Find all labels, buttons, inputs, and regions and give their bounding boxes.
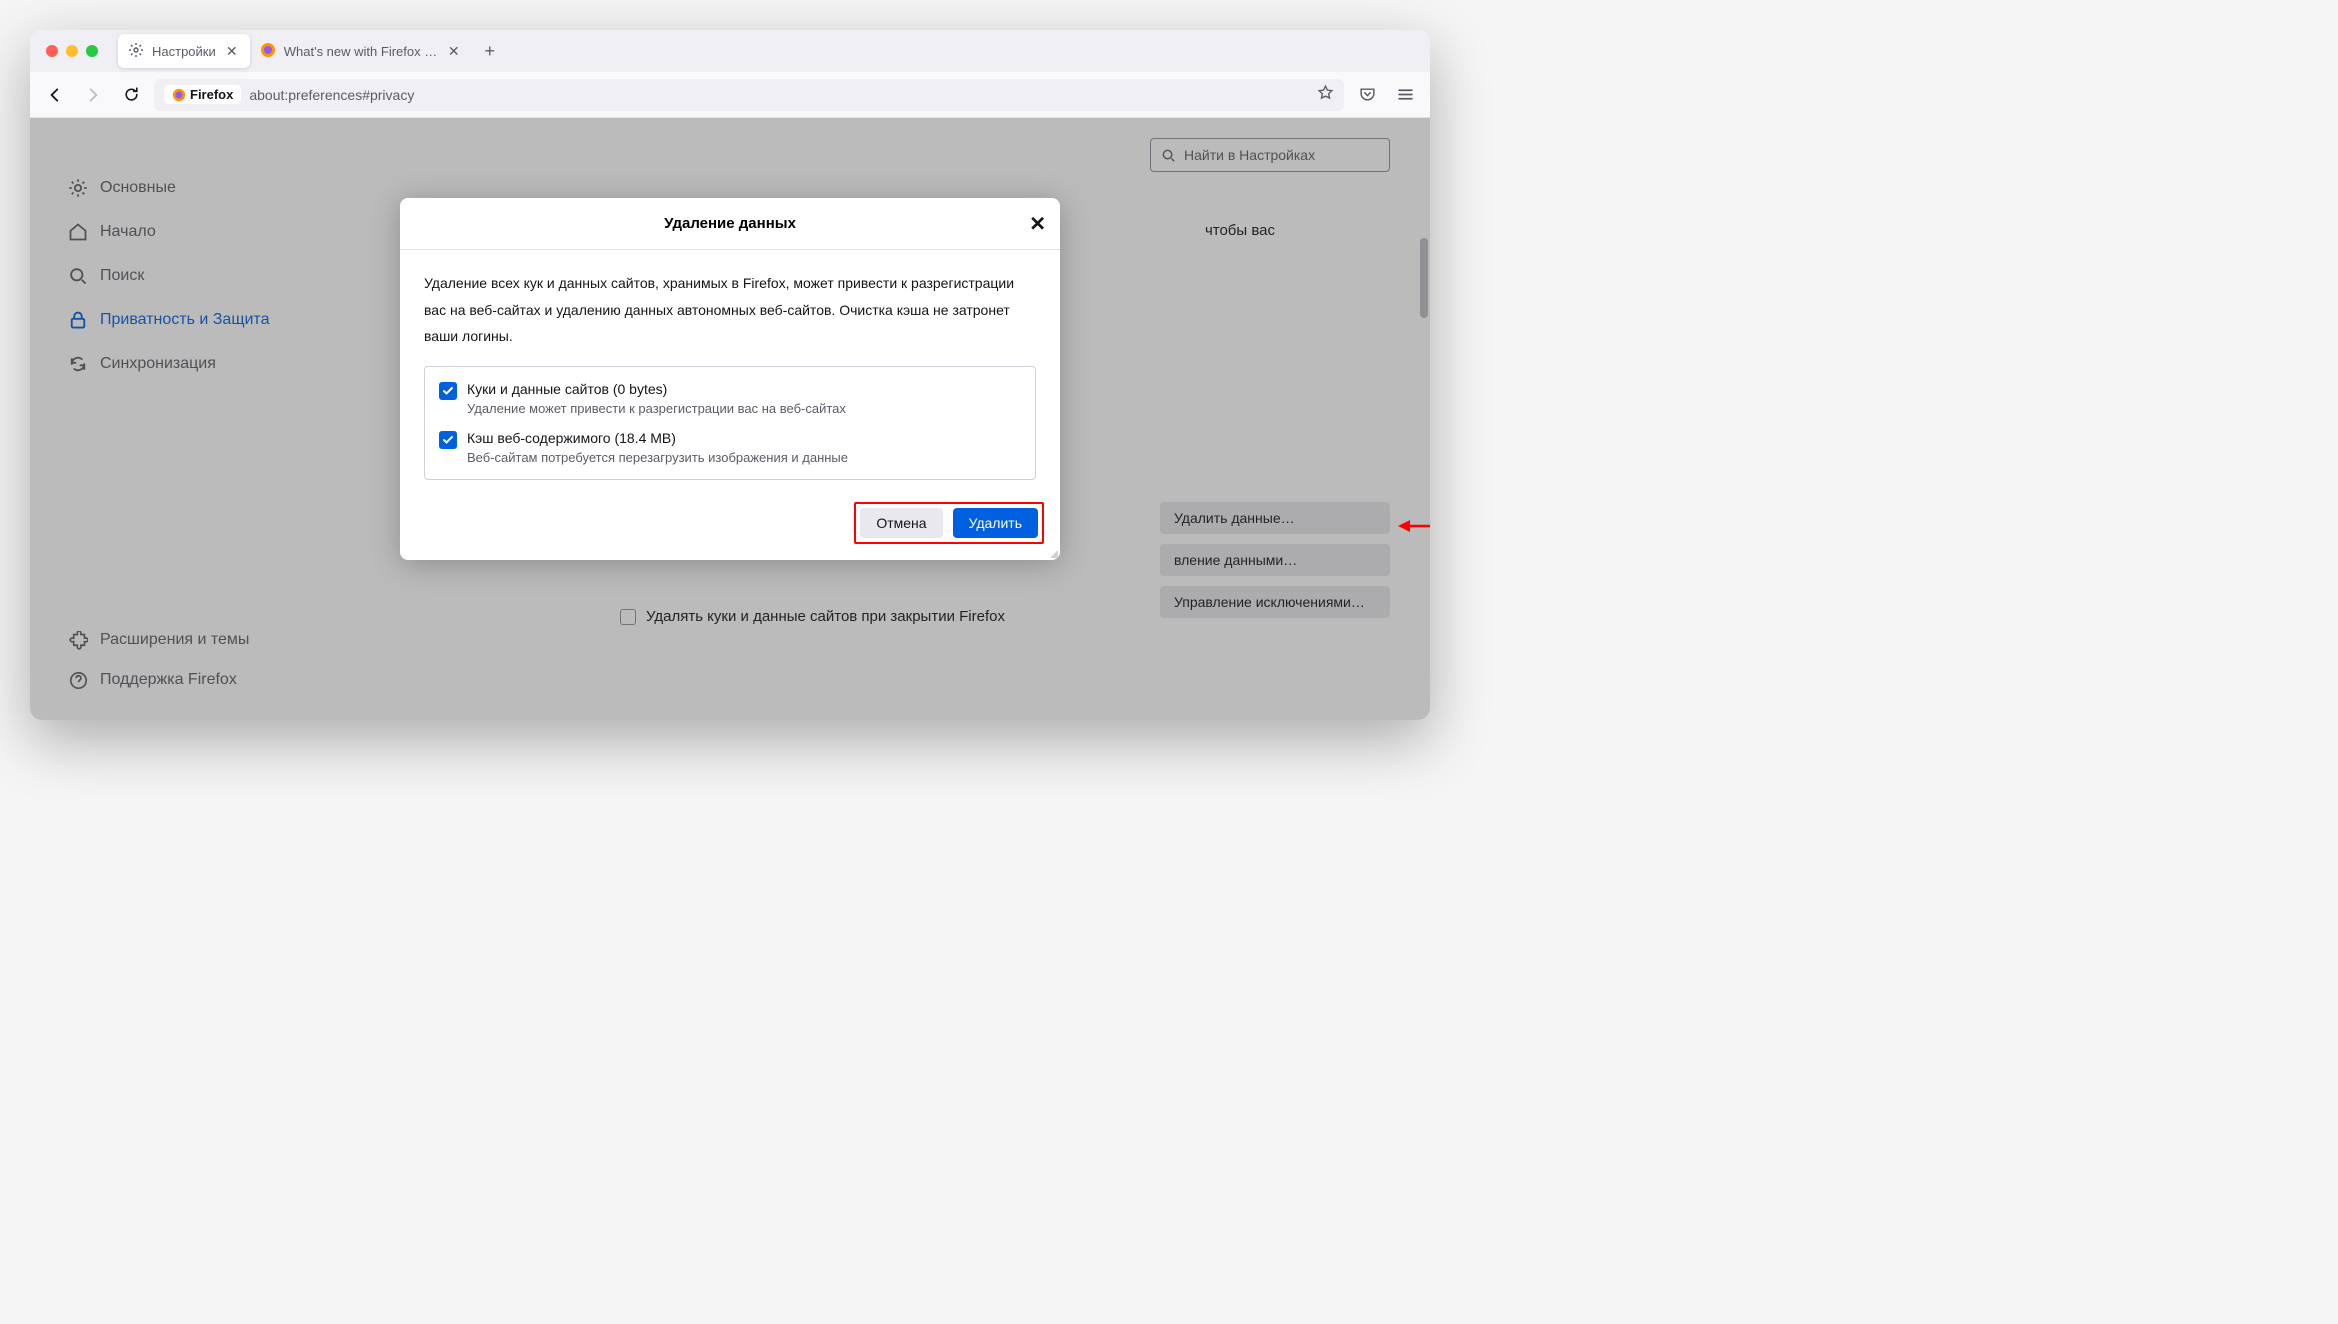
- app-menu-button[interactable]: [1390, 80, 1420, 110]
- annotation-arrow-icon: [1398, 516, 1430, 536]
- back-button[interactable]: [40, 80, 70, 110]
- tab-close-icon[interactable]: ✕: [448, 43, 460, 59]
- titlebar: Настройки ✕ What's new with Firefox - Mo…: [30, 30, 1430, 72]
- reload-button[interactable]: [116, 80, 146, 110]
- new-tab-button[interactable]: +: [476, 37, 504, 65]
- option-title: Кэш веб-содержимого (18.4 MB): [467, 430, 848, 446]
- gear-icon: [128, 42, 144, 61]
- url-bar[interactable]: Firefox about:preferences#privacy: [154, 79, 1344, 111]
- annotation-highlight: Отмена Удалить: [854, 502, 1044, 544]
- window-controls: [46, 45, 98, 57]
- dialog-header: Удаление данных ✕: [400, 198, 1060, 250]
- option-cookies[interactable]: Куки и данные сайтов (0 bytes) Удаление …: [439, 381, 1021, 416]
- dialog-body: Удаление всех кук и данных сайтов, храни…: [400, 250, 1060, 490]
- resize-grip-icon[interactable]: [1046, 546, 1058, 558]
- dialog-title: Удаление данных: [664, 215, 796, 232]
- cancel-button[interactable]: Отмена: [860, 508, 942, 538]
- identity-label: Firefox: [190, 87, 233, 102]
- tab-whatsnew[interactable]: What's new with Firefox - More priva ✕: [250, 34, 470, 68]
- checkbox-checked-icon[interactable]: [439, 431, 457, 449]
- tab-strip: Настройки ✕ What's new with Firefox - Mo…: [118, 34, 504, 68]
- dialog-close-button[interactable]: ✕: [1029, 211, 1046, 236]
- dialog-footer: Отмена Удалить: [400, 490, 1060, 560]
- url-text: about:preferences#privacy: [249, 87, 414, 103]
- browser-window: Настройки ✕ What's new with Firefox - Mo…: [30, 30, 1430, 720]
- tab-label: Настройки: [152, 44, 216, 59]
- checkbox-checked-icon[interactable]: [439, 382, 457, 400]
- maximize-window-button[interactable]: [86, 45, 98, 57]
- confirm-delete-button[interactable]: Удалить: [953, 508, 1038, 538]
- close-window-button[interactable]: [46, 45, 58, 57]
- save-pocket-button[interactable]: [1352, 80, 1382, 110]
- option-subtitle: Веб-сайтам потребуется перезагрузить изо…: [467, 450, 848, 465]
- forward-button[interactable]: [78, 80, 108, 110]
- minimize-window-button[interactable]: [66, 45, 78, 57]
- bookmark-star-icon[interactable]: [1317, 84, 1334, 106]
- nav-toolbar: Firefox about:preferences#privacy: [30, 72, 1430, 118]
- tab-settings[interactable]: Настройки ✕: [118, 34, 250, 68]
- identity-box[interactable]: Firefox: [164, 85, 241, 104]
- dialog-description: Удаление всех кук и данных сайтов, храни…: [424, 270, 1036, 350]
- tab-close-icon[interactable]: ✕: [224, 43, 240, 59]
- firefox-icon: [260, 42, 276, 61]
- content-area: Основные Начало Поиск Приватность и Защи…: [30, 118, 1430, 720]
- option-subtitle: Удаление может привести к разрегистрации…: [467, 401, 846, 416]
- dialog-options: Куки и данные сайтов (0 bytes) Удаление …: [424, 366, 1036, 480]
- option-title: Куки и данные сайтов (0 bytes): [467, 381, 846, 397]
- clear-data-dialog: Удаление данных ✕ Удаление всех кук и да…: [400, 198, 1060, 560]
- option-cache[interactable]: Кэш веб-содержимого (18.4 MB) Веб-сайтам…: [439, 430, 1021, 465]
- tab-label: What's new with Firefox - More priva: [284, 44, 440, 59]
